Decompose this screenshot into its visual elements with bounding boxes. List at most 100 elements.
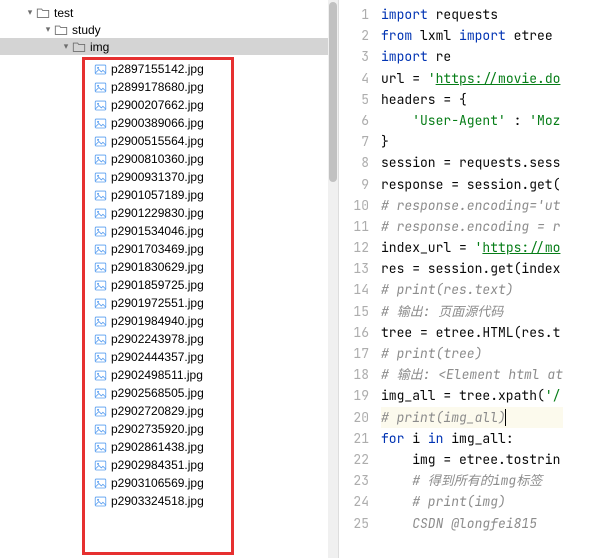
code-line[interactable]: res = session.get(index <box>381 258 563 279</box>
file-item[interactable]: p2901534046.jpg <box>85 222 231 240</box>
file-item[interactable]: p2900931370.jpg <box>85 168 231 186</box>
file-item[interactable]: p2902720829.jpg <box>85 402 231 420</box>
image-file-icon <box>93 260 107 274</box>
file-item[interactable]: p2902861438.jpg <box>85 438 231 456</box>
file-item[interactable]: p2902568505.jpg <box>85 384 231 402</box>
file-item[interactable]: p2901703469.jpg <box>85 240 231 258</box>
code-line[interactable]: # response.encoding='ut <box>381 195 563 216</box>
file-label: p2900810360.jpg <box>111 152 204 166</box>
file-label: p2902861438.jpg <box>111 440 204 454</box>
file-label: p2902243978.jpg <box>111 332 204 346</box>
chevron-down-icon[interactable]: ▾ <box>42 24 54 35</box>
file-item[interactable]: p2901830629.jpg <box>85 258 231 276</box>
file-item[interactable]: p2901972551.jpg <box>85 294 231 312</box>
code-line[interactable]: # 输出: 页面源代码 <box>381 301 563 322</box>
file-label: p2902568505.jpg <box>111 386 204 400</box>
file-item[interactable]: p2902444357.jpg <box>85 348 231 366</box>
code-line[interactable]: img_all = tree.xpath('/ <box>381 385 563 406</box>
file-item[interactable]: p2902984351.jpg <box>85 456 231 474</box>
line-number: 24 <box>339 491 369 512</box>
text-caret <box>505 409 506 426</box>
code-line[interactable]: headers = { <box>381 89 563 110</box>
image-file-icon <box>93 134 107 148</box>
file-label: p2901703469.jpg <box>111 242 204 256</box>
code-line[interactable]: } <box>381 131 563 152</box>
tree-folder-test[interactable]: ▾ test <box>0 4 338 21</box>
file-item[interactable]: p2903106569.jpg <box>85 474 231 492</box>
code-line[interactable]: # print(res.text) <box>381 279 563 300</box>
tree-folder-study[interactable]: ▾ study <box>0 21 338 38</box>
file-label: p2902984351.jpg <box>111 458 204 472</box>
file-tree-panel: ▾ test ▾ study ▾ img p2897155 <box>0 0 339 558</box>
file-label: p2901830629.jpg <box>111 260 204 274</box>
code-editor[interactable]: 1234567891011121314151617181920212223242… <box>339 0 594 558</box>
image-file-icon <box>93 422 107 436</box>
code-line[interactable]: from lxml import etree <box>381 25 563 46</box>
file-label: p2899178680.jpg <box>111 80 204 94</box>
file-item[interactable]: p2900515564.jpg <box>85 132 231 150</box>
file-item[interactable]: p2902498511.jpg <box>85 366 231 384</box>
file-item[interactable]: p2903324518.jpg <box>85 492 231 510</box>
code-line[interactable]: index_url = 'https://mo <box>381 237 563 258</box>
code-line[interactable]: session = requests.sess <box>381 152 563 173</box>
line-number: 4 <box>339 68 369 89</box>
file-item[interactable]: p2901229830.jpg <box>85 204 231 222</box>
tree-folder-img[interactable]: ▾ img <box>0 38 338 55</box>
image-file-icon <box>93 170 107 184</box>
code-line[interactable]: # 输出: <Element html at <box>381 364 563 385</box>
line-number: 9 <box>339 174 369 195</box>
line-number: 23 <box>339 470 369 491</box>
code-line[interactable]: img = etree.tostrin <box>381 449 563 470</box>
image-file-icon <box>93 188 107 202</box>
file-label: p2903324518.jpg <box>111 494 204 508</box>
file-label: p2901972551.jpg <box>111 296 204 310</box>
image-file-icon <box>93 278 107 292</box>
image-file-icon <box>93 350 107 364</box>
file-item[interactable]: p2901984940.jpg <box>85 312 231 330</box>
code-line[interactable]: # 得到所有的img标签 <box>381 470 563 491</box>
file-item[interactable]: p2901859725.jpg <box>85 276 231 294</box>
line-number: 11 <box>339 216 369 237</box>
line-number: 25 <box>339 513 369 534</box>
code-line[interactable]: import re <box>381 46 563 67</box>
code-line[interactable]: url = 'https://movie.do <box>381 68 563 89</box>
scrollbar-thumb[interactable] <box>329 2 337 182</box>
file-label: p2903106569.jpg <box>111 476 204 490</box>
image-file-icon <box>93 404 107 418</box>
file-label: p2902735920.jpg <box>111 422 204 436</box>
file-item[interactable]: p2902243978.jpg <box>85 330 231 348</box>
file-label: p2902444357.jpg <box>111 350 204 364</box>
file-label: p2901057189.jpg <box>111 188 204 202</box>
code-line[interactable]: # response.encoding = r <box>381 216 563 237</box>
file-item[interactable]: p2901057189.jpg <box>85 186 231 204</box>
code-line[interactable]: CSDN @longfei815 <box>381 513 563 534</box>
line-number: 22 <box>339 449 369 470</box>
file-item[interactable]: p2899178680.jpg <box>85 78 231 96</box>
image-file-icon <box>93 440 107 454</box>
line-number: 8 <box>339 152 369 173</box>
file-item[interactable]: p2900389066.jpg <box>85 114 231 132</box>
file-item[interactable]: p2900810360.jpg <box>85 150 231 168</box>
file-label: p2900389066.jpg <box>111 116 204 130</box>
chevron-down-icon[interactable]: ▾ <box>24 7 36 18</box>
tree-label: study <box>72 23 101 37</box>
scrollbar-vertical[interactable] <box>328 0 338 558</box>
image-file-icon <box>93 296 107 310</box>
code-line[interactable]: tree = etree.HTML(res.t <box>381 322 563 343</box>
code-line[interactable]: # print(img) <box>381 491 563 512</box>
file-item[interactable]: p2902735920.jpg <box>85 420 231 438</box>
code-line[interactable]: for i in img_all: <box>381 428 563 449</box>
code-line[interactable]: # print(tree) <box>381 343 563 364</box>
file-label: p2901859725.jpg <box>111 278 204 292</box>
code-line[interactable]: # print(img_all) <box>381 407 563 428</box>
code-line[interactable]: 'User-Agent' : 'Moz <box>381 110 563 131</box>
file-label: p2902720829.jpg <box>111 404 204 418</box>
chevron-down-icon[interactable]: ▾ <box>60 41 72 52</box>
line-number: 2 <box>339 25 369 46</box>
file-item[interactable]: p2897155142.jpg <box>85 60 231 78</box>
code-line[interactable]: response = session.get( <box>381 174 563 195</box>
file-item[interactable]: p2900207662.jpg <box>85 96 231 114</box>
code-content[interactable]: import requestsfrom lxml import etreeimp… <box>381 0 563 558</box>
code-line[interactable]: import requests <box>381 4 563 25</box>
image-file-icon <box>93 314 107 328</box>
